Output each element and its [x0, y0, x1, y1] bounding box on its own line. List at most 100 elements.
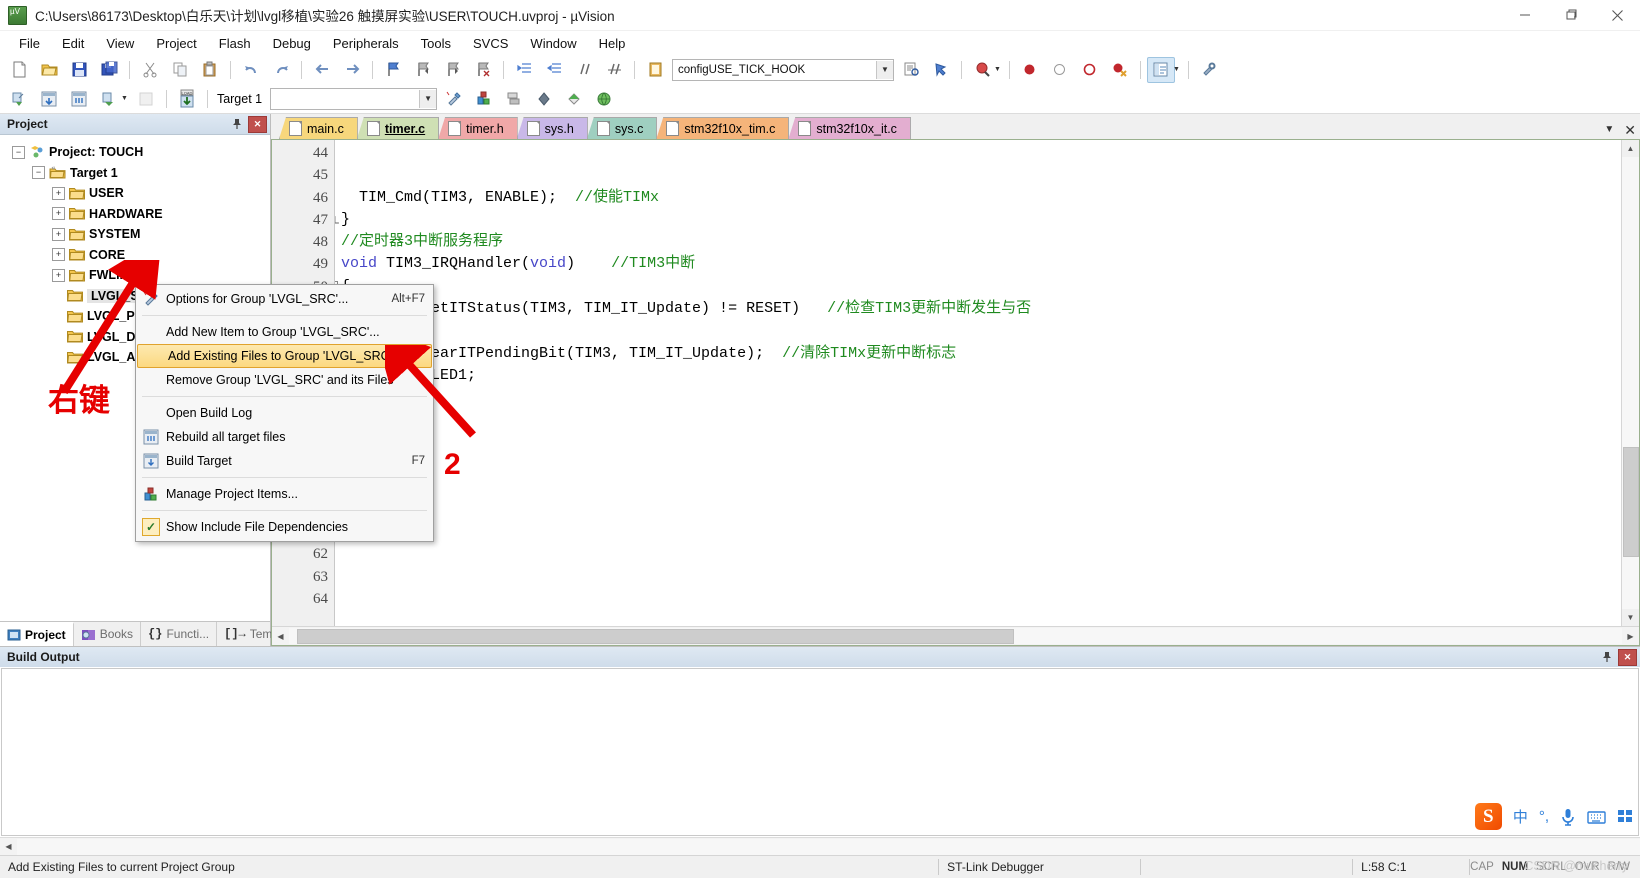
translate-file-icon[interactable] [5, 86, 33, 112]
outdent-icon[interactable] [540, 57, 568, 83]
download-to-flash-icon[interactable]: LOAD [173, 86, 201, 112]
menu-view[interactable]: View [95, 33, 145, 54]
new-file-icon[interactable] [5, 57, 33, 83]
context-menu-item-options-for-group[interactable]: Options for Group 'LVGL_SRC'... Alt+F7 [136, 287, 433, 311]
context-menu-item-add-new-item[interactable]: Add New Item to Group 'LVGL_SRC'... [136, 320, 433, 344]
scroll-left-icon[interactable]: ◀ [272, 628, 289, 645]
chevron-down-icon[interactable]: ▼ [121, 95, 128, 102]
menu-file[interactable]: File [8, 33, 51, 54]
tree-item-system[interactable]: + SYSTEM [0, 224, 270, 245]
close-icon[interactable]: ✕ [248, 115, 267, 133]
tab-functions[interactable]: {} Functi... [141, 622, 218, 646]
disable-all-breakpoints-icon[interactable] [1076, 57, 1104, 83]
tab-project[interactable]: Project [0, 622, 74, 646]
tree-item-fwlib[interactable]: + FWLib [0, 265, 270, 286]
editor-tab-stm32f10x-it-c[interactable]: stm32f10x_it.c [788, 117, 911, 139]
project-context-menu[interactable]: Options for Group 'LVGL_SRC'... Alt+F7 A… [135, 284, 434, 542]
packs-globe-icon[interactable] [590, 86, 618, 112]
editor-vertical-scrollbar[interactable]: ▲ ▼ [1621, 140, 1639, 626]
editor-tab-sys-c[interactable]: sys.c [586, 117, 658, 139]
scroll-down-icon[interactable]: ▼ [1622, 609, 1639, 626]
goto-definition-icon[interactable] [927, 57, 955, 83]
menu-debug[interactable]: Debug [262, 33, 322, 54]
target-combo[interactable]: ▼ [270, 87, 438, 110]
configuration-wizard-icon[interactable] [1195, 57, 1223, 83]
ime-punctuation-toggle[interactable]: °, [1539, 808, 1549, 825]
ime-mode-toggle[interactable]: 中 [1513, 806, 1528, 827]
context-menu-item-build-target[interactable]: Build Target F7 [136, 449, 433, 473]
tree-item-target-1[interactable]: − Target 1 [0, 163, 270, 184]
menu-flash[interactable]: Flash [208, 33, 262, 54]
undo-icon[interactable] [237, 57, 265, 83]
disable-breakpoint-icon[interactable] [1046, 57, 1074, 83]
tree-item-hardware[interactable]: + HARDWARE [0, 204, 270, 225]
menu-svcs[interactable]: SVCS [462, 33, 519, 54]
batch-build-icon[interactable] [95, 86, 123, 112]
scroll-track[interactable] [17, 838, 1640, 855]
tree-item-project-touch[interactable]: − Project: TOUCH [0, 142, 270, 163]
expander-icon[interactable]: − [12, 145, 25, 159]
uncomment-icon[interactable] [600, 57, 628, 83]
save-icon[interactable] [65, 57, 93, 83]
expander-icon[interactable]: + [52, 186, 65, 200]
chevron-down-icon[interactable]: ▼ [1173, 66, 1180, 73]
pin-icon[interactable] [1599, 649, 1615, 665]
maximize-button[interactable] [1548, 0, 1594, 30]
pack-installer-icon[interactable] [530, 86, 558, 112]
tree-item-core[interactable]: + CORE [0, 245, 270, 266]
save-all-icon[interactable] [95, 57, 123, 83]
editor-tab-timer-c[interactable]: timer.c [356, 117, 440, 139]
context-menu-item-open-build-log[interactable]: Open Build Log [136, 401, 433, 425]
menu-peripherals[interactable]: Peripherals [322, 33, 410, 54]
microphone-icon[interactable] [1560, 808, 1576, 826]
keyboard-icon[interactable] [1587, 810, 1606, 824]
cut-icon[interactable] [136, 57, 164, 83]
expander-icon[interactable]: + [52, 248, 65, 262]
expander-icon[interactable]: + [52, 207, 65, 221]
sogou-logo-icon[interactable]: S [1474, 803, 1502, 830]
menu-project[interactable]: Project [145, 33, 207, 54]
editor-horizontal-scrollbar[interactable]: ◀ ▶ [272, 626, 1639, 645]
context-menu-item-add-existing-files[interactable]: Add Existing Files to Group 'LVGL_SRC'..… [137, 344, 432, 368]
debug-magnifier-icon[interactable] [968, 57, 996, 83]
stop-build-icon[interactable] [132, 86, 160, 112]
comment-icon[interactable] [570, 57, 598, 83]
bookmark-prev-icon[interactable] [409, 57, 437, 83]
context-menu-item-remove-group[interactable]: Remove Group 'LVGL_SRC' and its Files [136, 368, 433, 392]
bookmark-next-icon[interactable] [439, 57, 467, 83]
manage-project-items-icon[interactable] [470, 86, 498, 112]
menu-tools[interactable]: Tools [410, 33, 462, 54]
find-in-files-icon[interactable] [641, 57, 669, 83]
editor-tab-timer-h[interactable]: timer.h [438, 117, 518, 139]
context-menu-item-manage-project-items[interactable]: Manage Project Items... [136, 482, 433, 506]
code-editor-body[interactable]: 44 45 46 47 48 49 50 51 52 53 54 55 56 5… [272, 140, 1639, 626]
chevron-down-icon[interactable]: ▼ [419, 89, 437, 108]
tab-books[interactable]: Books [74, 622, 142, 646]
find-in-files-button-icon[interactable] [897, 57, 925, 83]
chevron-down-icon[interactable]: ▼ [1604, 124, 1614, 135]
tree-item-user[interactable]: + USER [0, 183, 270, 204]
pin-icon[interactable] [229, 116, 245, 132]
menu-help[interactable]: Help [588, 33, 637, 54]
insert-breakpoint-icon[interactable] [1016, 57, 1044, 83]
scroll-left-icon[interactable]: ◀ [0, 838, 17, 855]
close-icon[interactable]: ✕ [1624, 123, 1636, 137]
build-output-content[interactable] [1, 668, 1639, 836]
context-menu-item-rebuild-all[interactable]: Rebuild all target files [136, 425, 433, 449]
build-target-icon[interactable] [35, 86, 63, 112]
navigate-back-icon[interactable] [308, 57, 336, 83]
redo-icon[interactable] [267, 57, 295, 83]
indent-icon[interactable] [510, 57, 538, 83]
editor-tab-sys-h[interactable]: sys.h [516, 117, 588, 139]
close-icon[interactable]: ✕ [1618, 648, 1637, 666]
chevron-down-icon[interactable]: ▼ [876, 60, 893, 79]
editor-tab-main-c[interactable]: main.c [279, 117, 358, 139]
toggle-window-icon[interactable] [1146, 56, 1175, 83]
open-file-icon[interactable] [35, 57, 63, 83]
scroll-thumb[interactable] [1623, 447, 1639, 557]
kill-all-breakpoints-icon[interactable] [1106, 57, 1134, 83]
close-button[interactable] [1594, 0, 1640, 30]
navigate-forward-icon[interactable] [338, 57, 366, 83]
menu-window[interactable]: Window [519, 33, 587, 54]
paste-icon[interactable] [196, 57, 224, 83]
